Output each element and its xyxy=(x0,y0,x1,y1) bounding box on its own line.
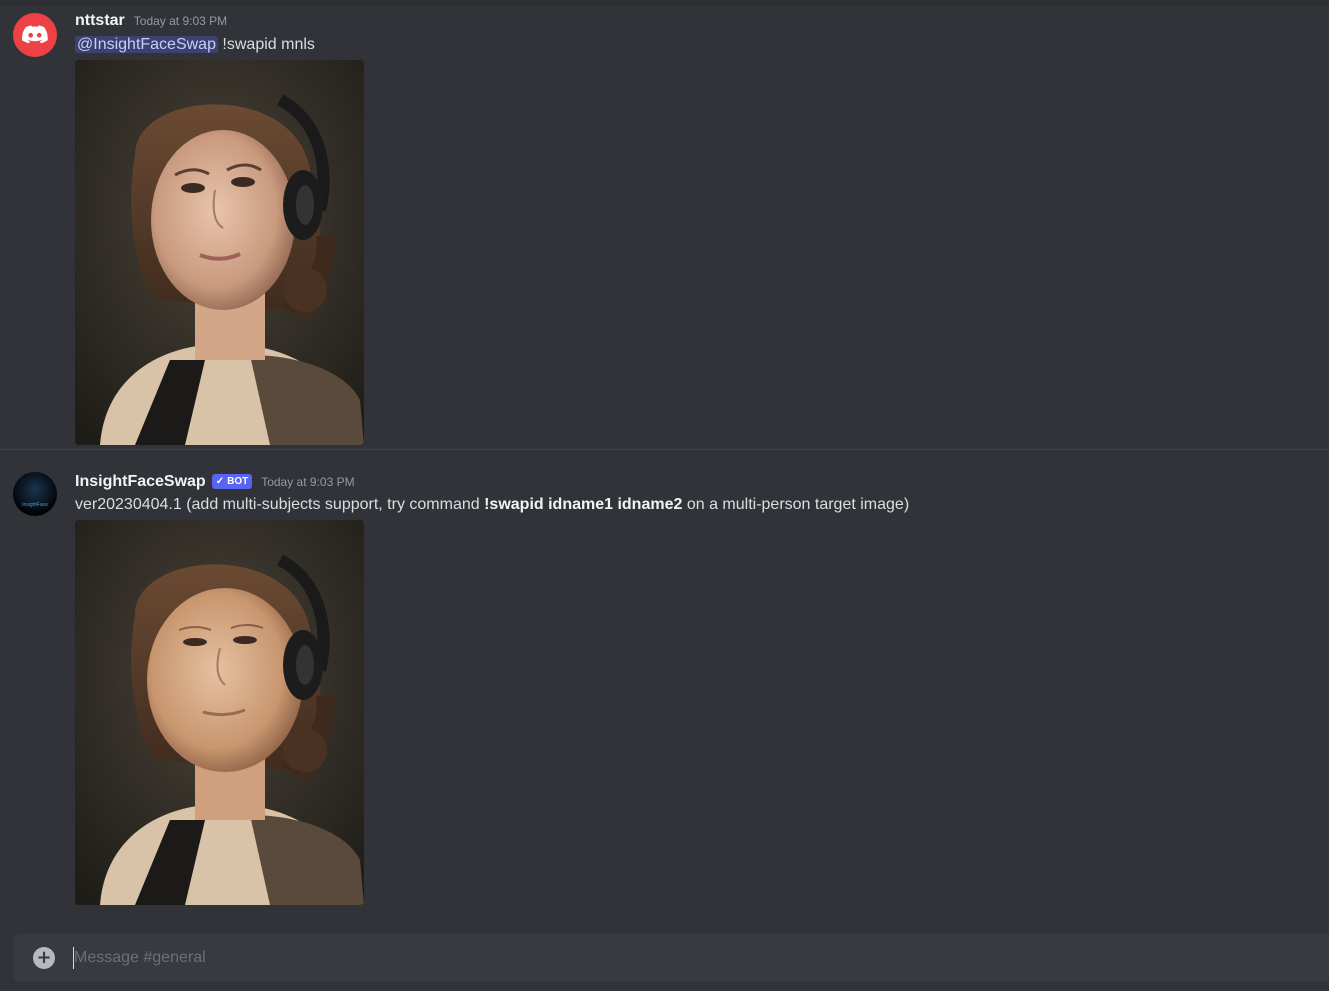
message-content: @InsightFaceSwap !swapid mnls xyxy=(75,36,315,54)
command-text: !swapid idname1 idname2 xyxy=(484,496,683,513)
timestamp[interactable]: Today at 9:03 PM xyxy=(134,14,227,28)
message-composer: + xyxy=(13,934,1329,982)
user-avatar[interactable] xyxy=(13,13,57,57)
bot-avatar-logo: InsightFace xyxy=(22,502,48,508)
image-attachment[interactable] xyxy=(75,60,364,445)
plus-circle-icon: + xyxy=(36,946,52,968)
username[interactable]: nttstar xyxy=(75,12,125,30)
message-text: !swapid mnls xyxy=(217,36,315,53)
discord-logo-icon xyxy=(22,25,48,44)
message-text-before: ver20230404.1 (add multi-subjects suppor… xyxy=(75,496,485,513)
message-input[interactable] xyxy=(74,934,1274,982)
top-divider xyxy=(0,0,1329,6)
user-mention[interactable]: @InsightFaceSwap xyxy=(75,36,218,53)
message-header: InsightFaceSwap ✓ BOT Today at 9:03 PM xyxy=(75,473,355,491)
bot-tag: ✓ BOT xyxy=(211,474,253,489)
verified-check-icon: ✓ xyxy=(215,476,225,487)
message-header: nttstar Today at 9:03 PM xyxy=(75,12,227,30)
portrait-image xyxy=(75,60,364,445)
add-attachment-button[interactable]: + xyxy=(33,947,55,969)
username[interactable]: InsightFaceSwap xyxy=(75,473,206,491)
portrait-image xyxy=(75,520,364,905)
timestamp[interactable]: Today at 9:03 PM xyxy=(261,475,354,489)
chat-view: nttstar Today at 9:03 PM @InsightFaceSwa… xyxy=(0,0,1329,991)
message-divider xyxy=(0,449,1329,450)
message-content: ver20230404.1 (add multi-subjects suppor… xyxy=(75,496,909,514)
message-text-after: on a multi-person target image) xyxy=(682,496,910,513)
image-attachment[interactable] xyxy=(75,520,364,905)
bot-avatar[interactable]: InsightFace xyxy=(13,472,57,516)
bot-tag-label: BOT xyxy=(227,476,249,487)
